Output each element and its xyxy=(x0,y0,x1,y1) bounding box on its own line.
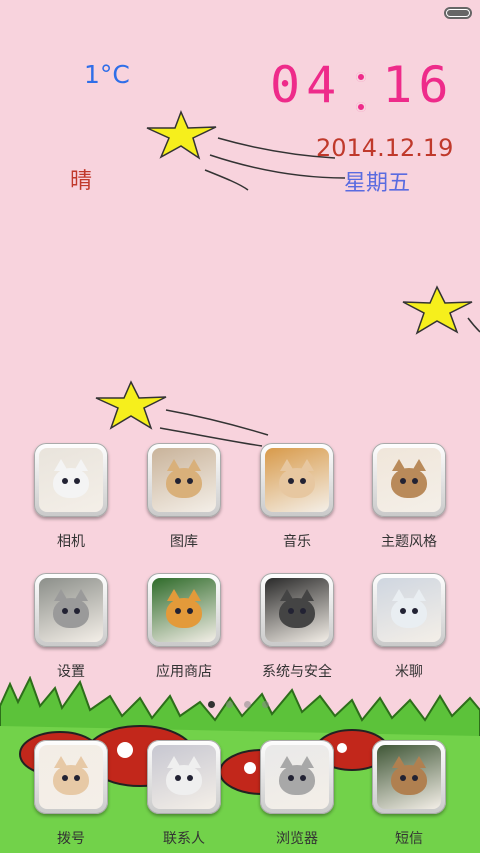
app-icon[interactable]: 短信 xyxy=(370,740,448,848)
cat-photo-icon xyxy=(377,578,441,642)
app-icon-frame xyxy=(372,740,446,814)
app-icon-frame xyxy=(372,573,446,647)
cat-face-icon xyxy=(166,589,202,629)
app-icon-frame xyxy=(260,443,334,517)
app-icon[interactable]: 米聊 xyxy=(370,573,448,681)
app-label: 图库 xyxy=(170,534,198,550)
page-dot xyxy=(226,701,233,708)
app-icon-frame xyxy=(147,573,221,647)
cat-photo-icon xyxy=(377,448,441,512)
app-icon-frame xyxy=(372,443,446,517)
app-icon[interactable]: 浏览器 xyxy=(258,740,336,848)
app-label: 应用商店 xyxy=(156,664,212,680)
app-icon-frame xyxy=(34,573,108,647)
page-dot xyxy=(244,701,251,708)
cat-photo-icon xyxy=(39,448,103,512)
app-icon-frame xyxy=(147,740,221,814)
app-label: 短信 xyxy=(395,831,423,847)
app-icon-frame xyxy=(147,443,221,517)
cat-face-icon xyxy=(53,756,89,796)
app-label: 音乐 xyxy=(283,534,311,550)
app-label: 米聊 xyxy=(395,664,423,680)
cat-face-icon xyxy=(279,589,315,629)
app-icon[interactable]: 联系人 xyxy=(145,740,223,848)
app-icon[interactable]: 拨号 xyxy=(32,740,110,848)
cat-face-icon xyxy=(53,459,89,499)
home-screen: 1°C 晴 04 16 2014.12.19 星期五 相机 图库 音乐 主题风格 设置 应… xyxy=(0,0,480,853)
cat-face-icon xyxy=(166,459,202,499)
page-indicator xyxy=(208,701,269,708)
cat-photo-icon xyxy=(39,745,103,809)
cat-face-icon xyxy=(391,459,427,499)
app-label: 浏览器 xyxy=(276,831,318,847)
app-label: 相机 xyxy=(57,534,85,550)
page-dot xyxy=(208,701,215,708)
cat-face-icon xyxy=(391,756,427,796)
cat-face-icon xyxy=(166,756,202,796)
app-label: 联系人 xyxy=(163,831,205,847)
cat-photo-icon xyxy=(265,578,329,642)
app-label: 系统与安全 xyxy=(262,664,332,680)
cat-photo-icon xyxy=(265,745,329,809)
app-icon[interactable]: 设置 xyxy=(32,573,110,681)
cat-photo-icon xyxy=(377,745,441,809)
cat-photo-icon xyxy=(152,578,216,642)
page-dot xyxy=(262,701,269,708)
cat-photo-icon xyxy=(152,448,216,512)
clock-hours: 04 xyxy=(270,56,343,114)
date-text: 2014.12.19 xyxy=(316,134,454,162)
app-icon[interactable]: 主题风格 xyxy=(370,443,448,551)
app-icon[interactable]: 音乐 xyxy=(258,443,336,551)
cat-photo-icon xyxy=(152,745,216,809)
cat-face-icon xyxy=(391,589,427,629)
cat-face-icon xyxy=(279,459,315,499)
weather-condition-text: 晴 xyxy=(70,169,93,194)
app-icon-frame xyxy=(260,573,334,647)
app-icon[interactable]: 相机 xyxy=(32,443,110,551)
clock-separator-icon xyxy=(353,72,369,112)
app-icon-frame xyxy=(34,443,108,517)
temperature-text: 1°C xyxy=(84,60,130,89)
clock-minutes: 16 xyxy=(382,56,455,114)
app-icon[interactable]: 图库 xyxy=(145,443,223,551)
app-icon[interactable]: 应用商店 xyxy=(145,573,223,681)
app-icon-frame xyxy=(260,740,334,814)
app-label: 主题风格 xyxy=(381,534,437,550)
app-icon[interactable]: 系统与安全 xyxy=(258,573,336,681)
cat-photo-icon xyxy=(265,448,329,512)
weekday-text: 星期五 xyxy=(344,171,411,196)
app-label: 设置 xyxy=(57,664,85,680)
cat-photo-icon xyxy=(39,578,103,642)
cat-face-icon xyxy=(279,756,315,796)
app-icon-frame xyxy=(34,740,108,814)
app-label: 拨号 xyxy=(57,831,85,847)
cat-face-icon xyxy=(53,589,89,629)
